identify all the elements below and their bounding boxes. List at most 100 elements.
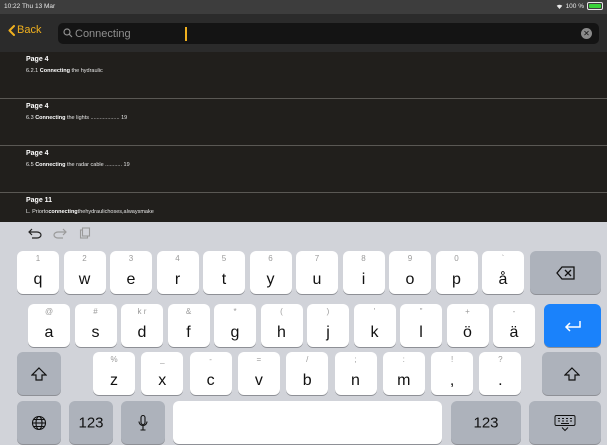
key-s[interactable]: # s [74,304,117,347]
key-hint: 7 [314,254,320,263]
key-label: å [498,271,508,288]
key-hint: & [185,307,192,316]
key-k[interactable]: ' k [353,304,396,347]
back-label: Back [17,24,42,36]
shift-icon [563,366,580,381]
key-label: s [91,324,100,341]
hide-keyboard-key[interactable] [529,401,601,444]
search-input[interactable] [75,25,555,42]
redo-icon[interactable] [53,227,67,239]
key-label: b [302,372,312,389]
key-n[interactable]: ; n [334,352,377,395]
key-ä[interactable]: -ä [493,304,535,347]
result-page-label: Page 4 [26,150,49,157]
key-g[interactable]: * g [214,304,256,347]
key-d[interactable]: k r d [121,304,163,347]
key-hint: * [233,307,237,316]
key-x[interactable]: _ x [141,352,184,395]
key-hint: ! [450,355,454,364]
key-h[interactable]: (h [260,304,303,347]
key-,[interactable]: !, [431,352,474,395]
key-.[interactable]: ?. [479,352,522,395]
key-p[interactable]: 0p [435,251,478,294]
key-c[interactable]: -c [189,352,232,395]
key-r[interactable]: 4r [156,251,199,294]
key-label: r [174,271,181,288]
key-z[interactable]: % z [93,352,135,395]
key-label: ö [463,324,472,341]
wifi-icon [556,4,562,9]
search-result-item[interactable]: Page 4 6.5 Connecting the radar cable ..… [0,146,607,193]
key-label: a [44,324,54,341]
key-a[interactable]: @ a [28,304,70,347]
backspace-icon [555,265,575,280]
key-hint: % [110,355,118,364]
shift-icon [31,366,47,381]
clear-search-icon[interactable]: ✕ [581,28,592,39]
key-hint: ; [354,355,357,364]
key-hint: - [512,307,516,316]
key-å[interactable]: ` å [482,251,524,294]
dictation-key[interactable] [121,401,165,444]
backspace-key[interactable] [530,251,601,294]
key-e[interactable]: 3e [110,251,152,294]
globe-key[interactable] [17,401,61,444]
key-hint: / [306,355,309,364]
numbers-key-left[interactable]: 123 [69,401,113,444]
numbers-key-right[interactable]: 123 [451,401,521,444]
search-result-item[interactable]: Page 4 6.3 Connecting the lights .......… [0,99,607,146]
key-o[interactable]: 9o [389,251,431,294]
battery-icon [587,2,603,10]
search-result-item[interactable]: Page 4 6.2.1 Connecting the hydraulic [0,52,607,99]
key-hint: 6 [268,254,273,263]
key-label: h [277,324,286,341]
key-j[interactable]: ) j [307,304,349,347]
key-hint: = [256,355,262,364]
result-page-label: Page 4 [26,103,49,110]
key-label: y [266,271,275,288]
space-bar[interactable] [173,401,442,444]
return-key[interactable] [544,304,601,347]
key-v[interactable]: = v [237,352,280,395]
key-m[interactable]: :m [382,352,425,395]
search-field[interactable]: ✕ [58,23,599,44]
shift-key-right[interactable] [542,352,601,395]
key-label: g [230,324,240,341]
key-label: u [312,271,322,288]
key-hint: 8 [361,254,366,263]
search-results-list: Page 4 6.2.1 Connecting the hydraulic Pa… [0,52,607,239]
undo-icon[interactable] [28,227,42,239]
key-label: . [498,372,503,389]
key-hint: + [465,307,470,316]
key-hint: k r [137,307,147,316]
key-i[interactable]: 8i [342,251,385,294]
text-cursor [185,27,187,41]
microphone-icon [138,414,148,431]
paste-icon[interactable] [79,227,91,239]
key-label: o [405,271,415,288]
key-label: n [351,372,360,389]
back-button[interactable]: Back [8,24,41,36]
key-l[interactable]: " l [400,304,442,347]
key-label: j [326,324,330,341]
key-label: x [158,372,167,389]
key-label: d [137,324,147,341]
key-hint: ) [326,307,330,316]
key-w[interactable]: 2w [63,251,106,294]
key-hint: _ [160,355,165,364]
key-f[interactable]: & f [167,304,210,347]
return-icon [564,320,581,332]
key-label: i [361,271,366,288]
key-hint: 1 [35,254,41,263]
key-ö[interactable]: + ö [446,304,489,347]
key-u[interactable]: 7u [296,251,338,294]
keyboard-dismiss-icon [554,414,576,431]
shift-key-left[interactable] [17,352,61,395]
result-snippet: 6.2.1 Connecting the hydraulic [26,68,103,74]
key-t[interactable]: 5t [203,251,245,294]
key-q[interactable]: 1q [17,251,59,294]
key-b[interactable]: / b [286,352,329,395]
key-y[interactable]: 6y [249,251,292,294]
key-label: w [78,271,91,288]
key-hint: 5 [221,254,227,263]
